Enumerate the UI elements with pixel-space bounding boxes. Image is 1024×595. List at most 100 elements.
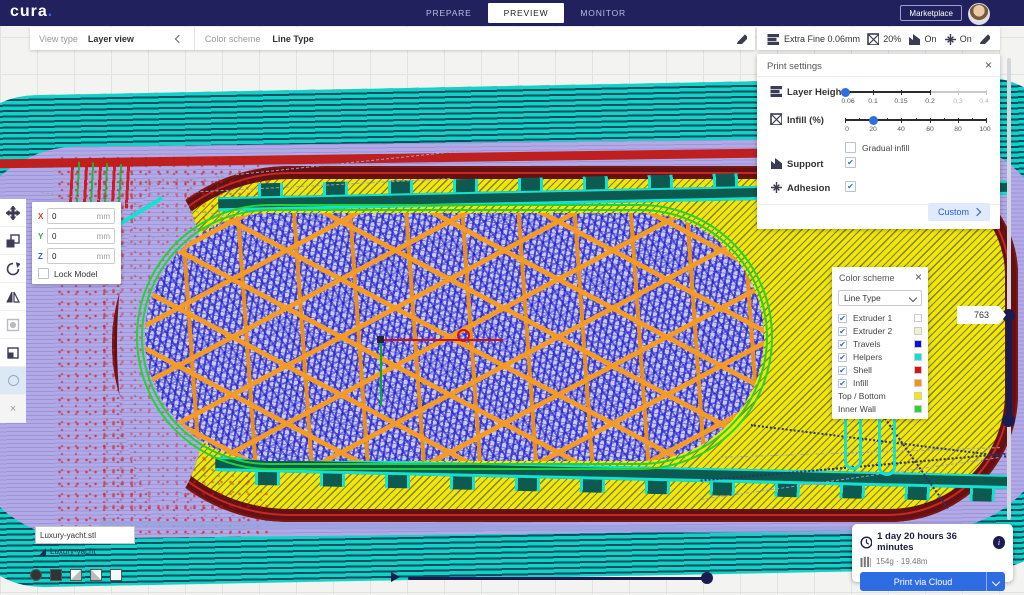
gizmo-x-axis	[381, 339, 503, 341]
clock-icon	[860, 536, 872, 549]
gizmo-origin	[377, 336, 384, 343]
adhesion-summary: On	[944, 33, 972, 45]
lock-model-label: Lock Model	[54, 269, 97, 279]
close-icon[interactable]: ×	[915, 272, 922, 282]
legend-checkbox[interactable]	[838, 379, 847, 388]
left-toolbar: ×	[0, 199, 26, 423]
cura-window: 763 cura. PREPARE PREVIEW MONITOR Market…	[0, 0, 1024, 595]
view-3d-icon[interactable]	[30, 569, 42, 581]
timeline-scrubber[interactable]	[408, 577, 711, 580]
play-button[interactable]	[391, 572, 400, 582]
y-position-input[interactable]: 0 mm	[47, 228, 115, 244]
inner-wall-oval	[136, 204, 773, 470]
layer-height-handle[interactable]	[841, 88, 850, 97]
marketplace-button[interactable]: Marketplace	[900, 5, 962, 21]
rotate-tool-button[interactable]	[0, 255, 26, 283]
seam-marker	[457, 329, 470, 342]
legend-checkbox[interactable]	[838, 314, 847, 323]
print-via-cloud-button[interactable]: Print via Cloud	[860, 572, 1005, 591]
print-duration: 1 day 20 hours 36 minutes	[877, 531, 988, 553]
tab-monitor[interactable]: MONITOR	[564, 3, 642, 23]
chevron-right-icon	[973, 208, 981, 216]
view-left-icon[interactable]	[90, 569, 102, 581]
legend-checkbox[interactable]	[838, 340, 847, 349]
profile-summary: Extra Fine 0.06mm	[767, 33, 860, 45]
view-type-value[interactable]: Layer view	[88, 34, 134, 44]
color-swatch	[914, 392, 922, 400]
color-swatch	[914, 353, 922, 361]
edit-pencil-icon[interactable]	[979, 33, 990, 44]
infill-triangle-grid	[145, 213, 764, 461]
legend-checkbox[interactable]	[838, 366, 847, 375]
model-name-input[interactable]: Luxury-yacht.stl	[35, 526, 135, 544]
color-swatch	[914, 379, 922, 387]
view-right-icon[interactable]	[110, 569, 122, 581]
tab-preview[interactable]: PREVIEW	[488, 3, 565, 23]
toolbar-extra-button[interactable]	[0, 367, 26, 395]
gradual-infill-checkbox[interactable]	[845, 142, 856, 153]
cura-logo: cura.	[10, 3, 53, 21]
chevron-left-icon[interactable]	[175, 34, 183, 42]
mirror-tool-button[interactable]	[0, 283, 26, 311]
y-axis-label: Y	[38, 232, 47, 241]
x-position-row: X 0 mm	[38, 208, 115, 224]
panel-title: Print settings	[767, 61, 822, 72]
view-options-bar: View type Layer view Color scheme Line T…	[30, 27, 755, 50]
custom-settings-button[interactable]: Custom	[928, 203, 990, 221]
tab-prepare[interactable]: PREPARE	[410, 3, 488, 23]
x-axis-label: X	[38, 212, 47, 221]
color-scheme-value[interactable]: Line Type	[272, 34, 313, 44]
x-icon: ×	[10, 403, 16, 415]
print-options-dropdown[interactable]	[986, 572, 1005, 591]
legend-row-top-bottom: Top / Bottom	[838, 390, 922, 402]
color-swatch	[914, 327, 922, 335]
color-scheme-label: Color scheme	[205, 34, 261, 44]
scrubber-handle[interactable]	[701, 572, 713, 584]
color-swatch	[914, 405, 922, 413]
print-job-panel: 1 day 20 hours 36 minutes i 154g · 19.48…	[852, 524, 1013, 582]
divider	[757, 76, 1000, 77]
y-position-row: Y 0 mm	[38, 228, 115, 244]
close-icon[interactable]: ×	[985, 60, 992, 70]
gizmo-y-axis	[380, 340, 382, 406]
material-row: 154g · 19.48m	[852, 553, 1013, 567]
z-position-row: Z 0 mm	[38, 248, 115, 264]
layer-slider-handle-bottom[interactable]	[1002, 414, 1015, 427]
lock-model-checkbox[interactable]	[38, 268, 49, 279]
circle-icon	[8, 375, 19, 386]
support-summary: On	[908, 33, 936, 45]
view-front-icon[interactable]	[50, 569, 62, 581]
color-swatch	[914, 340, 922, 348]
support-checkbox[interactable]	[845, 157, 856, 168]
infill-slider[interactable]: 0 20 40 60 80 100	[845, 119, 987, 133]
print-settings-summary[interactable]: Extra Fine 0.06mm 20% On On	[757, 27, 1000, 50]
layer-slider-range[interactable]	[1006, 315, 1012, 421]
line-type-select[interactable]: Line Type	[838, 290, 922, 306]
adhesion-checkbox[interactable]	[845, 181, 856, 192]
per-model-settings-button[interactable]	[0, 311, 26, 339]
move-tool-button[interactable]	[0, 199, 26, 227]
layer-height-slider[interactable]: 0.06 0.1 0.15 0.2 0.3 0.4	[845, 91, 987, 105]
x-position-input[interactable]: 0 mm	[47, 208, 115, 224]
chevron-down-icon	[909, 294, 917, 302]
per-model-settings-icon	[6, 318, 20, 332]
legend-row-infill: Infill	[838, 377, 922, 389]
user-avatar[interactable]	[968, 3, 990, 25]
stage-tabs: PREPARE PREVIEW MONITOR	[410, 3, 642, 23]
view-top-icon[interactable]	[70, 569, 82, 581]
toolbar-close-button[interactable]: ×	[0, 395, 26, 423]
adhesion-icon	[770, 181, 782, 193]
layer-height-label: Layer Height	[787, 87, 845, 98]
z-axis-label: Z	[38, 252, 47, 261]
legend-checkbox[interactable]	[838, 353, 847, 362]
legend-checkbox[interactable]	[838, 327, 847, 336]
layer-slider-track[interactable]	[1007, 58, 1011, 520]
support-blocker-button[interactable]	[0, 339, 26, 367]
scale-tool-button[interactable]	[0, 227, 26, 255]
infill-area	[145, 213, 764, 461]
object-list-item[interactable]: Luxury-yacht	[37, 547, 96, 556]
infill-handle[interactable]	[869, 116, 878, 125]
z-position-input[interactable]: 0 mm	[47, 248, 115, 264]
edit-pencil-icon[interactable]	[736, 33, 747, 44]
info-icon[interactable]: i	[993, 536, 1005, 549]
